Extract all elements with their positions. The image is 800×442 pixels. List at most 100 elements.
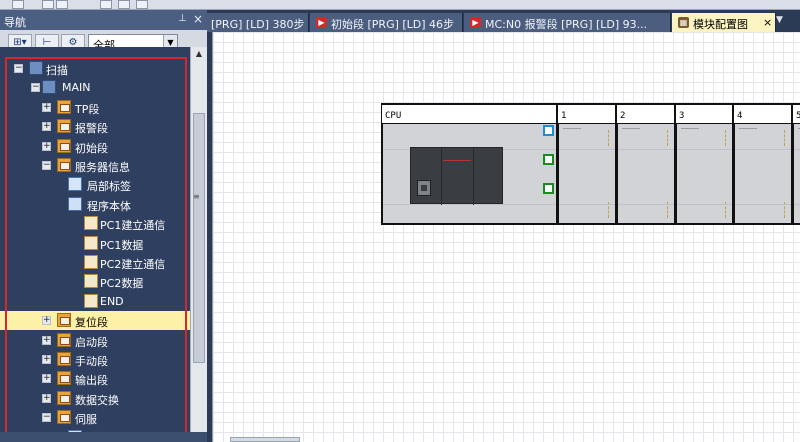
expand-icon[interactable]: + [42,355,51,364]
tree-item[interactable]: + 复位段 [0,311,190,331]
editor-tab[interactable]: ▶ MC:N0 报警段 [PRG] [LD] 93... [464,13,671,32]
scroll-up-icon[interactable]: ▲ [193,49,205,61]
folder-icon [57,313,71,328]
editor-tab[interactable]: [PRG] [LD] 380步 [207,13,309,32]
expand-icon[interactable]: + [42,316,51,326]
tree-item[interactable]: + 数据交换 [0,389,190,408]
tree-item[interactable]: + 手动段 [0,350,190,369]
collapse-icon[interactable]: − [31,83,40,93]
cpu-icon [29,61,43,75]
expand-icon[interactable]: + [42,374,51,384]
tree-item[interactable]: + 输出段 [0,369,190,388]
folder-icon [57,332,71,347]
tree-item-label: 报警段 [75,122,108,136]
tree-item-label: 局部标签 [87,431,131,432]
expand-icon[interactable]: + [42,102,51,112]
table-icon [68,429,82,432]
slot-label: 5 [796,111,800,121]
tree-item[interactable]: PC1建立通信 [0,214,190,233]
program-icon [84,255,98,269]
expand-icon[interactable]: + [42,122,51,132]
connector-green-icon[interactable] [543,183,554,194]
tree-item[interactable]: − 服务器信息 [0,156,190,175]
slot-header[interactable]: 2 [616,103,676,125]
expand-icon[interactable]: + [42,335,51,345]
tree-item[interactable]: 程序本体 [0,195,190,214]
canvas-horizontal-scrollbar[interactable] [230,437,300,442]
module-config-icon: ▦ [678,17,689,28]
tree-item-label: 局部标签 [87,180,131,194]
tree-item[interactable]: PC2建立通信 [0,253,190,272]
empty-slot[interactable] [616,123,676,225]
tree-item[interactable]: PC2数据 [0,272,190,291]
slot-header[interactable]: 5 [792,103,800,125]
toolbar-button[interactable] [42,0,54,9]
tab-label: [PRG] [LD] 380步 [211,18,305,31]
collapse-icon[interactable]: − [42,413,51,423]
connector-green-icon[interactable] [543,154,554,165]
collapse-icon[interactable]: − [42,161,51,170]
tree-item-label: 复位段 [75,316,108,330]
tree-item-label: 输出段 [75,374,108,388]
doc-icon [68,196,82,211]
tab-label: 初始段 [PRG] [LD] 46步 [331,18,455,31]
tree-item-label: 初始段 [75,141,108,155]
project-tree[interactable]: − 扫描 − MAIN + TP段 + 报警段 + 初始段 − 服务器信息 局部标签 程序本体 PC1建立通… [0,47,190,432]
tree-item-label: PC1数据 [100,238,144,252]
tree-item-label: TP段 [75,102,100,116]
slot-label: CPU [385,111,402,121]
tree-item-label: 数据交换 [75,393,119,407]
empty-slot[interactable] [675,123,734,225]
tab-close-icon[interactable]: × [763,16,772,29]
tree-item[interactable]: END [0,292,190,311]
toolbar-button[interactable] [118,0,130,9]
tree-item[interactable]: − 伺服 [0,408,190,427]
toolbar-button[interactable] [56,0,68,9]
toolbar-button[interactable] [136,0,148,9]
tree-item[interactable]: − MAIN [0,78,190,97]
empty-slot[interactable] [792,123,800,225]
empty-slot[interactable] [733,123,793,225]
expand-icon[interactable]: + [42,393,51,403]
close-icon[interactable]: × [193,12,203,26]
tree-item-label: END [100,294,124,308]
folder-icon [57,158,71,172]
collapse-icon[interactable]: − [14,64,23,73]
ladder-icon: ▶ [316,17,327,28]
tree-item[interactable]: PC1数据 [0,234,190,253]
tree-item[interactable]: + 报警段 [0,117,190,136]
tree-item[interactable]: 局部标签 [0,175,190,194]
module-config-canvas[interactable] [212,32,800,442]
folder-icon [57,99,71,114]
empty-slot[interactable] [557,123,617,225]
scrollbar-thumb[interactable] [193,113,205,363]
tree-item[interactable]: + TP段 [0,98,190,117]
editor-tab[interactable]: ▶ 初始段 [PRG] [LD] 46步 [310,13,463,32]
toolbar-button[interactable] [12,0,24,9]
tree-item[interactable]: 局部标签 [0,428,190,432]
slot-header[interactable]: 1 [557,103,617,125]
ethernet-port-icon [417,180,431,196]
slot-header[interactable]: 3 [675,103,734,125]
ladder-icon: ▶ [470,17,481,28]
slot-header[interactable]: 4 [733,103,793,125]
tree-item-label: PC2数据 [100,277,144,291]
tree-scrollbar[interactable]: ▲ ≡ [190,47,207,432]
folder-icon [57,371,71,386]
tree-item[interactable]: − 扫描 [0,59,190,78]
expand-icon[interactable]: + [42,141,51,151]
tree-item[interactable]: + 启动段 [0,331,190,350]
folder-icon [57,352,71,366]
tab-list-arrow-icon[interactable]: ▼ [776,15,783,25]
cpu-module-image[interactable] [410,147,503,205]
program-icon [84,235,98,250]
slot-header-cpu[interactable]: CPU [381,103,558,125]
tree-item[interactable]: + 初始段 [0,137,190,156]
tree-item-label: 启动段 [75,335,108,349]
editor-tab[interactable]: ▦ 模块配置图 × [672,13,776,32]
connector-blue-icon[interactable] [543,125,554,136]
toolbar-button[interactable] [100,0,112,9]
folder-icon [57,119,71,134]
tree-item-label: 伺服 [75,413,97,427]
pin-icon[interactable]: ⊥ [178,13,187,24]
